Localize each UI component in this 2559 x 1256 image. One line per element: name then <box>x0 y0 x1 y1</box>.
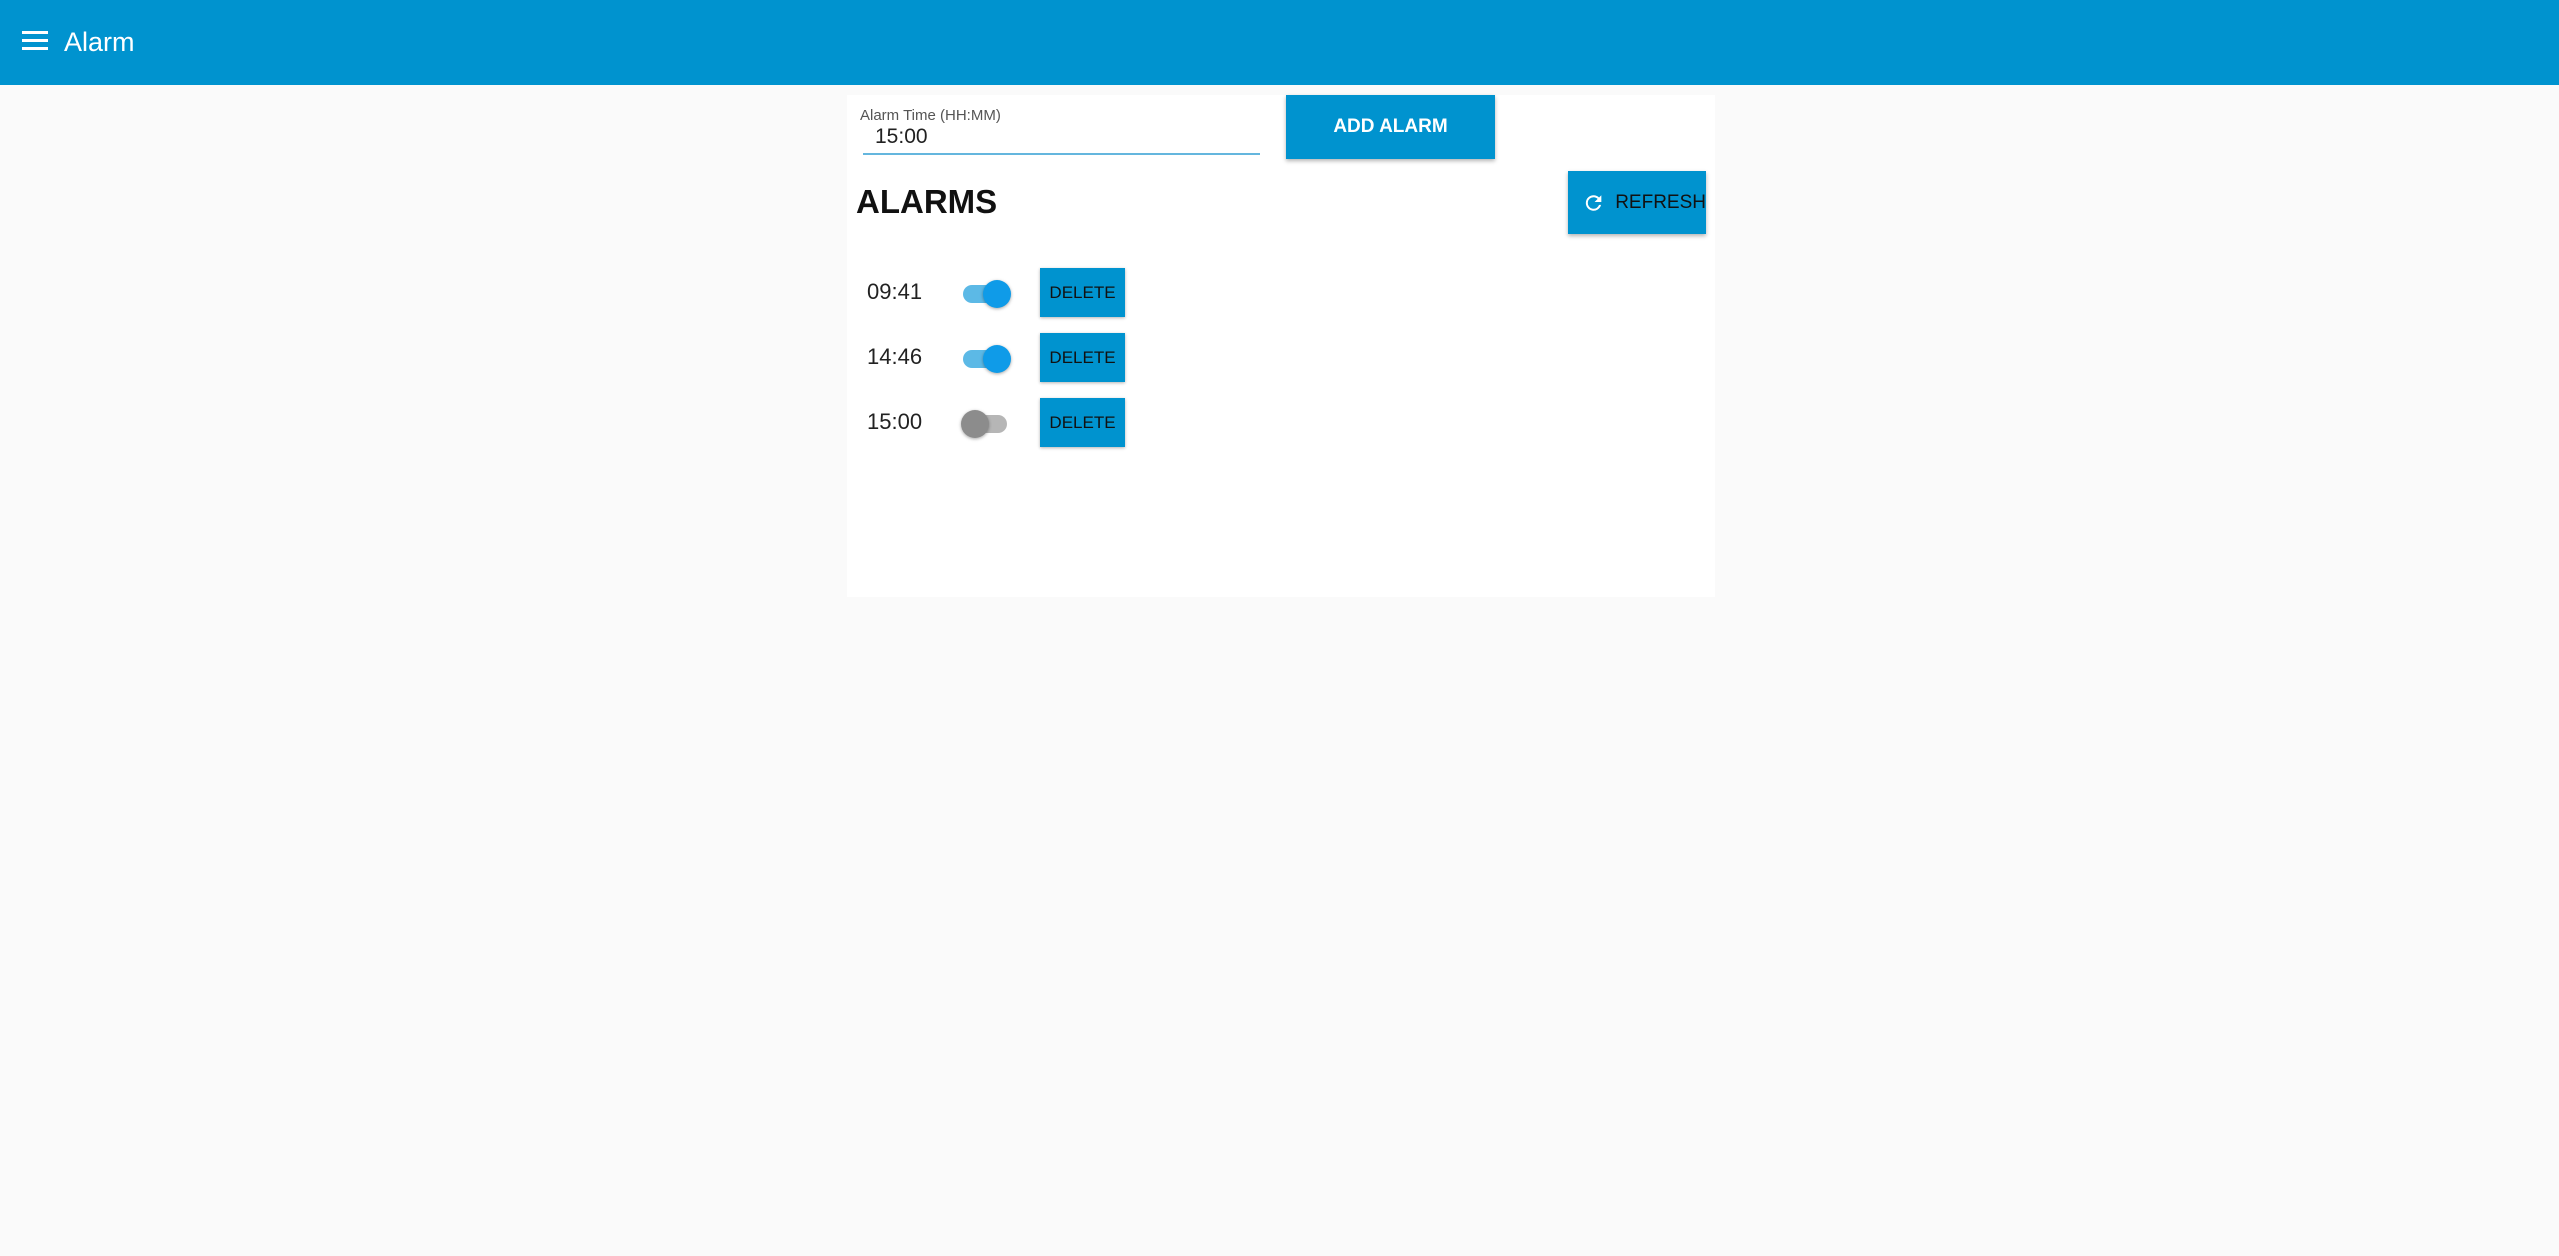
hamburger-menu-icon[interactable] <box>22 31 52 55</box>
alarm-time: 15:00 <box>867 409 923 434</box>
app-title: Alarm <box>64 27 135 57</box>
alarm-toggle[interactable] <box>961 405 1011 438</box>
add-alarm-button[interactable]: ADD ALARM <box>1286 95 1495 159</box>
delete-alarm-button[interactable]: DELETE <box>1040 398 1125 447</box>
refresh-icon <box>1585 194 1602 211</box>
toggle-thumb <box>961 410 989 438</box>
alarm-time-input[interactable] <box>863 121 1260 155</box>
toggle-thumb <box>983 280 1011 308</box>
alarm-panel: Alarm Time (HH:MM) ADD ALARM ALARMS REFR… <box>847 95 1715 597</box>
alarm-row: 15:00 DELETE <box>867 398 1267 447</box>
alarm-row: 09:41 DELETE <box>867 268 1267 317</box>
refresh-button[interactable]: REFRESH <box>1568 171 1706 234</box>
alarms-heading: ALARMS <box>856 183 998 220</box>
alarm-toggle[interactable] <box>961 275 1011 308</box>
alarm-row: 14:46 DELETE <box>867 333 1267 382</box>
refresh-label: REFRESH <box>1615 191 1706 213</box>
alarm-toggle[interactable] <box>961 340 1011 373</box>
alarm-time: 14:46 <box>867 344 923 369</box>
toggle-thumb <box>983 345 1011 373</box>
app-bar: Alarm <box>0 0 2559 85</box>
delete-alarm-button[interactable]: DELETE <box>1040 333 1125 382</box>
delete-alarm-button[interactable]: DELETE <box>1040 268 1125 317</box>
alarm-time: 09:41 <box>867 279 923 304</box>
